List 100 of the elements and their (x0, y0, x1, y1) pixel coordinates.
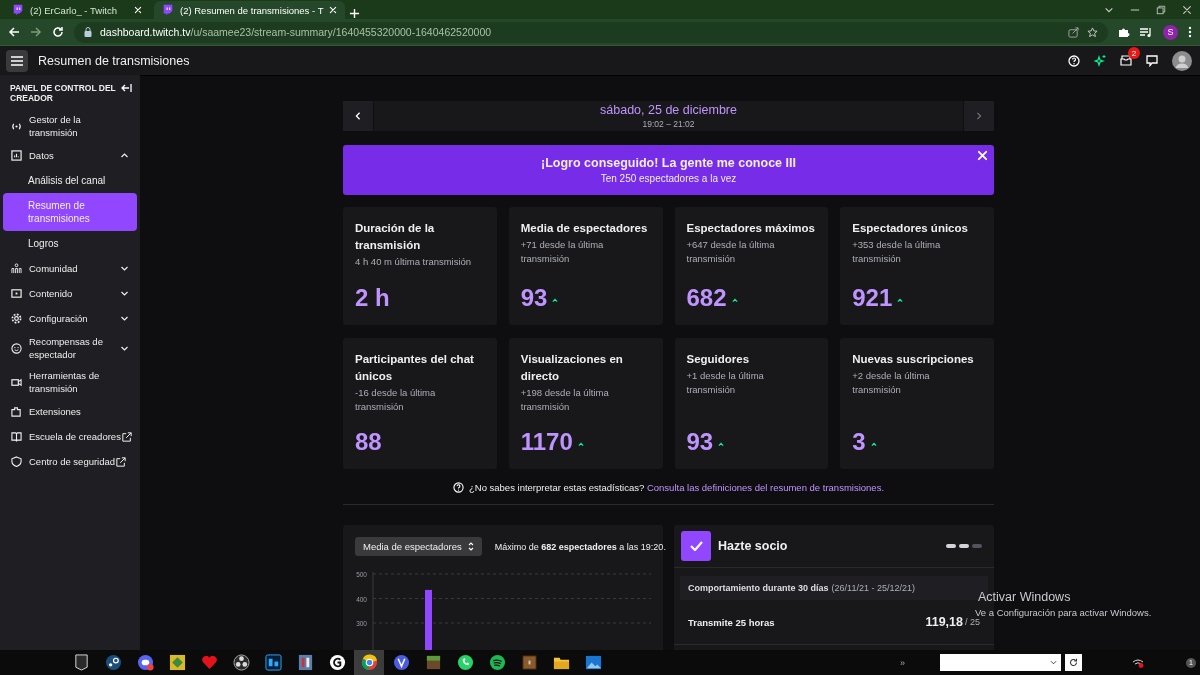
chevron-down-icon[interactable] (120, 289, 129, 298)
people-icon (11, 263, 22, 274)
camera-icon (11, 376, 22, 388)
close-button[interactable] (977, 150, 988, 161)
sidebar-item[interactable]: Comunidad (3, 256, 137, 281)
sidebar-item[interactable]: Extensiones (3, 399, 137, 424)
app-icon (328, 654, 346, 671)
app-icon (104, 654, 122, 671)
user-avatar[interactable] (1172, 50, 1192, 71)
stat-value: 1170 (520, 429, 573, 455)
sidebar-item[interactable]: Herramientas de transmisión (3, 365, 137, 399)
stat-title: Media de espectadores (520, 221, 649, 236)
back-icon[interactable] (8, 26, 20, 38)
app-icon (584, 654, 602, 671)
menu-icon (11, 55, 23, 66)
address-bar[interactable]: dashboard.twitch.tv/u/saamee23/stream-summary/1640455320000-1640462520000 (74, 21, 1108, 43)
sidebar-title: PANEL DE CONTROL DEL CREADOR (10, 83, 117, 103)
stat-title: Seguidores (686, 352, 751, 367)
stream-date: sábado, 25 de diciembre (600, 103, 737, 117)
playlist-icon[interactable] (1140, 26, 1153, 38)
chevron-down-icon[interactable] (120, 264, 129, 273)
stat-title: Duración de la transmisión (355, 221, 436, 253)
chart-bar (425, 589, 432, 650)
sidebar-subitem[interactable]: Análisis del canal (3, 168, 137, 193)
help-text: ¿No sabes interpretar estas estadísticas? Consulta las definiciones del resumen de transmisiones. (468, 482, 885, 493)
stat-value: 682 (686, 285, 727, 311)
stat-delta: +1 desde la última transmisión (686, 369, 765, 397)
menu-button[interactable] (6, 49, 28, 72)
stat-delta: +2 desde la última transmisión (852, 369, 931, 397)
page-title: Resumen de transmisiones (38, 53, 191, 68)
url-text: dashboard.twitch.tv/u/saamee23/stream-summary/1640455320000-1640462520000 (100, 26, 493, 38)
stat-value: 921 (852, 285, 893, 311)
sidebar-item[interactable]: Gestor de la transmisión (3, 109, 137, 143)
lock-icon (84, 27, 92, 37)
activation-title: Activar Windows (978, 590, 1072, 604)
close-icon[interactable] (1182, 4, 1192, 15)
sidebar-item[interactable]: Centro de seguridad (3, 449, 137, 474)
stat-title: Participantes del chat únicos (355, 352, 475, 384)
stat-value: 3 (852, 429, 866, 455)
sidebar-subitem[interactable]: Logros (3, 231, 137, 256)
metric-dropdown[interactable]: Media de espectadores (355, 537, 482, 556)
chart-icon (11, 150, 22, 161)
shield-icon (11, 456, 22, 467)
checkmark-icon (681, 531, 711, 561)
toolbar-field[interactable] (940, 654, 1061, 671)
requirement-label: Transmite 25 horas (688, 616, 776, 628)
browser-tab[interactable]: (2) Resumen de transmisiones - T (154, 1, 346, 19)
close-icon (977, 150, 988, 161)
stat-delta: +198 desde la última transmisión (520, 386, 610, 414)
stream-time: 19:02 – 21:02 (642, 119, 695, 129)
taskbar-app[interactable] (354, 650, 384, 675)
external-link-icon (116, 456, 127, 467)
forward-icon[interactable] (30, 26, 42, 38)
more-icon[interactable] (1188, 26, 1192, 38)
stat-title: Visualizaciones en directo (520, 352, 624, 384)
puzzle-icon (11, 406, 22, 417)
sparkle-icon[interactable] (1094, 54, 1106, 67)
definitions-link[interactable]: Consulta las definiciones del resumen de transmisiones. (646, 482, 885, 493)
puzzle-icon[interactable] (1118, 26, 1130, 38)
sidebar-item[interactable]: Escuela de creadores (3, 424, 137, 449)
share-icon[interactable] (1068, 26, 1079, 38)
notification-badge: 2 (1128, 47, 1140, 59)
chevron-up-icon[interactable] (120, 151, 129, 160)
sidebar-subitem[interactable]: Resumen de transmisiones (3, 193, 137, 231)
star-icon[interactable] (1087, 26, 1098, 38)
smiley-icon (11, 342, 22, 354)
profile-avatar[interactable]: S (1163, 24, 1178, 40)
chevron-down-icon[interactable] (120, 314, 129, 323)
restore-icon[interactable] (1156, 4, 1166, 15)
external-link-icon (121, 431, 132, 442)
stat-delta: +353 desde la última transmisión (852, 238, 942, 266)
inbox-icon[interactable] (1120, 55, 1132, 66)
app-icon (264, 654, 282, 671)
chat-icon[interactable] (1146, 54, 1158, 67)
app-icon (456, 654, 474, 671)
new-tab-icon[interactable] (349, 8, 361, 19)
chevron-left-icon (355, 112, 361, 120)
sidebar-item[interactable]: Contenido (3, 281, 137, 306)
network-warning-icon[interactable] (1132, 657, 1144, 668)
requirement-target: / 25 (965, 617, 980, 627)
stat-delta: +71 desde la última transmisión (520, 238, 605, 266)
sidebar-item[interactable]: Datos (3, 143, 137, 168)
sidebar-item[interactable]: Recompensas de espectador (3, 331, 137, 365)
collapse-icon[interactable] (121, 83, 132, 93)
stat-title: Espectadores únicos (852, 221, 969, 236)
stat-delta: +647 desde la última transmisión (686, 238, 776, 266)
chevron-right-icon (976, 112, 982, 120)
period-label: Comportamiento durante 30 días (688, 583, 829, 593)
banner-title: ¡Logro conseguido! La gente me conoce III (541, 156, 796, 170)
refresh-button[interactable] (1065, 654, 1082, 671)
browser-tab[interactable]: (2) ErCarlo_ - Twitch (4, 1, 150, 19)
help-icon[interactable] (1068, 54, 1080, 67)
sort-icon (467, 542, 474, 551)
reload-icon[interactable] (52, 26, 64, 38)
app-icon (520, 654, 538, 671)
book-icon (11, 431, 22, 442)
app-icon (200, 654, 218, 671)
overflow-chevrons[interactable]: » (900, 657, 940, 668)
sidebar-item[interactable]: Configuración (3, 306, 137, 331)
peak-text: Máximo de 682 espectadores a las 19:20. (494, 541, 666, 552)
